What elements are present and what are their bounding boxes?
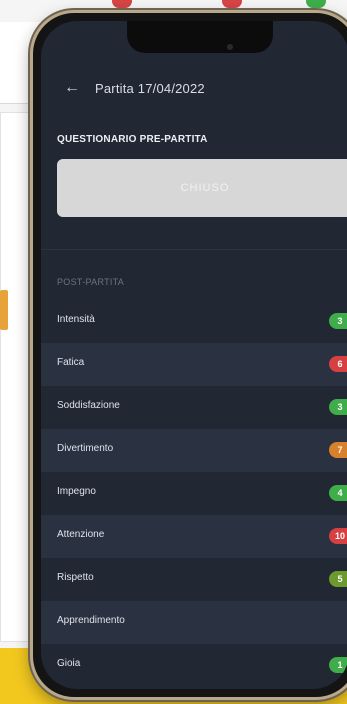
- list-item[interactable]: Fatica 6: [41, 343, 347, 386]
- score-badge: 1: [329, 657, 347, 673]
- list-item-label: Divertimento: [57, 443, 114, 454]
- list-item-label: Rispetto: [57, 572, 94, 583]
- list-item-label: Attenzione: [57, 529, 105, 540]
- score-badge: 3: [329, 399, 347, 415]
- questionnaire-status-button[interactable]: CHIUSO: [57, 159, 347, 217]
- list-item-label: Gioia: [57, 658, 81, 669]
- list-item[interactable]: Divertimento 7: [41, 429, 347, 472]
- score-badge: 5: [329, 571, 347, 587]
- score-badge: 10: [329, 528, 347, 544]
- section-divider: [41, 249, 347, 250]
- score-badge: 6: [329, 356, 347, 372]
- list-item[interactable]: Soddisfazione 3: [41, 386, 347, 429]
- post-match-section-title: POST-PARTITA: [57, 277, 125, 287]
- list-item-label: Intensità: [57, 314, 95, 325]
- list-item-label: Soddisfazione: [57, 400, 120, 411]
- score-badge: 7: [329, 442, 347, 458]
- list-item-label: Fatica: [57, 357, 85, 368]
- phone-frame: ← Partita 17/04/2022 QUESTIONARIO PRE-PA…: [30, 10, 347, 700]
- list-item[interactable]: Attenzione 10: [41, 515, 347, 558]
- list-item[interactable]: Impegno 4: [41, 472, 347, 515]
- list-item[interactable]: Intensità 3: [41, 300, 347, 343]
- pre-match-section-title: QUESTIONARIO PRE-PARTITA: [57, 134, 208, 145]
- page-title: Partita 17/04/2022: [95, 81, 205, 96]
- list-item[interactable]: Rispetto 5: [41, 558, 347, 601]
- score-badge: 4: [329, 485, 347, 501]
- list-item-label: Impegno: [57, 486, 96, 497]
- camera-icon: [227, 44, 233, 50]
- background-accent: [0, 290, 8, 330]
- app-header: ← Partita 17/04/2022: [41, 73, 347, 103]
- arrow-left-icon[interactable]: ←: [61, 79, 83, 97]
- list-item-label: Apprendimento: [57, 615, 125, 626]
- phone-notch: [127, 21, 273, 53]
- list-item[interactable]: Gioia 1: [41, 644, 347, 687]
- score-badge: 3: [329, 313, 347, 329]
- phone-screen: ← Partita 17/04/2022 QUESTIONARIO PRE-PA…: [41, 21, 347, 689]
- post-match-list: Intensità 3 Fatica 6 Soddisfazione 3 Div…: [41, 300, 347, 687]
- list-item[interactable]: Apprendimento: [41, 601, 347, 644]
